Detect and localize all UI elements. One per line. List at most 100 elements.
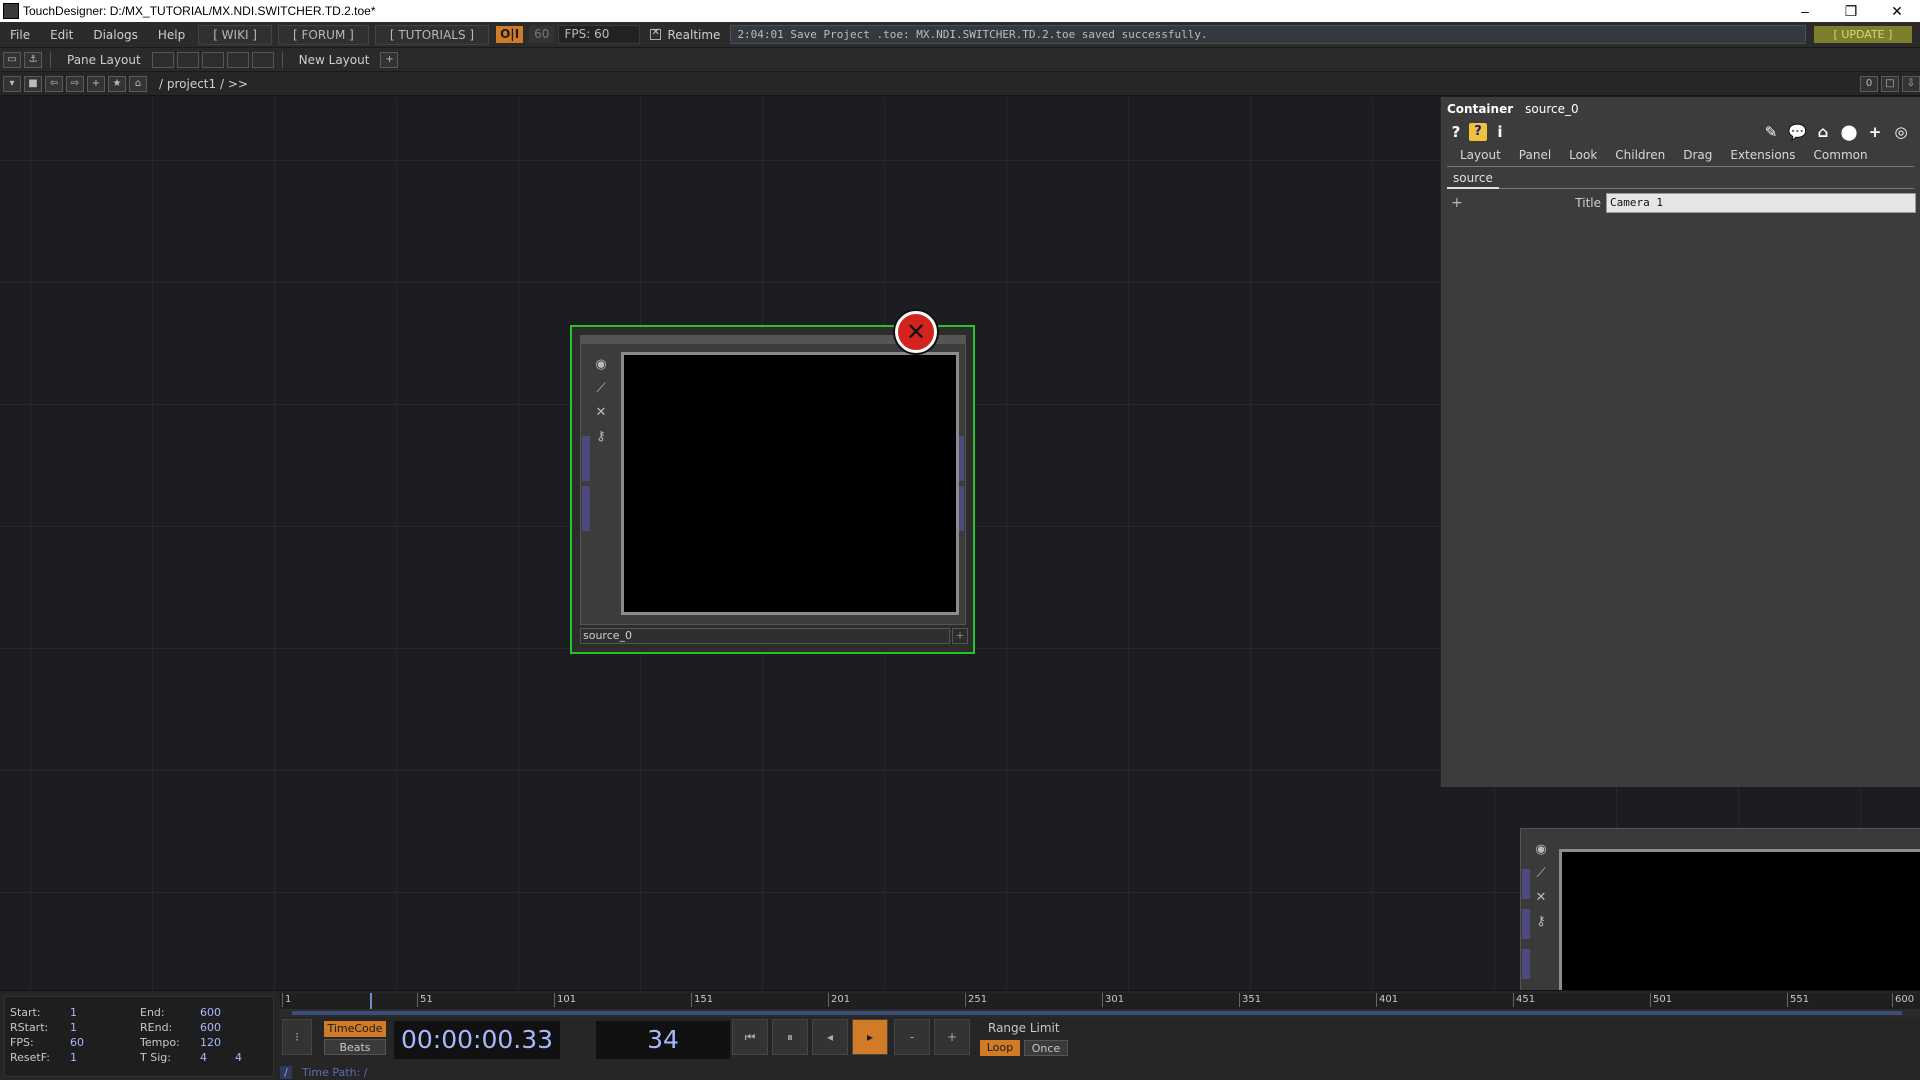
- tutorials-link[interactable]: [ TUTORIALS ]: [374, 24, 490, 45]
- menu-file[interactable]: File: [0, 28, 40, 42]
- tag-icon[interactable]: ⌂: [1814, 123, 1832, 141]
- bypass-icon[interactable]: ✕: [1533, 889, 1549, 907]
- node-input-connector[interactable]: [1522, 909, 1530, 939]
- info-icon[interactable]: i: [1491, 123, 1509, 141]
- minimize-button[interactable]: –: [1782, 0, 1828, 22]
- menu-edit[interactable]: Edit: [40, 28, 83, 42]
- node-input-connector[interactable]: [582, 436, 590, 481]
- pane-type-icon[interactable]: ▭: [3, 51, 21, 68]
- cooking-flag-icon[interactable]: ⟋: [1533, 865, 1549, 883]
- edit-pencil-icon[interactable]: ✎: [1762, 123, 1780, 141]
- step-minus-button[interactable]: -: [894, 1019, 930, 1055]
- error-close-icon[interactable]: ✕: [895, 311, 937, 353]
- tsig-denominator[interactable]: 4: [235, 1051, 242, 1064]
- menu-dialogs[interactable]: Dialogs: [83, 28, 147, 42]
- end-value[interactable]: 600: [200, 1006, 221, 1019]
- once-button[interactable]: Once: [1024, 1040, 1068, 1056]
- step-plus-button[interactable]: +: [934, 1019, 970, 1055]
- rstart-value[interactable]: 1: [70, 1021, 77, 1034]
- node-expand-button[interactable]: +: [952, 628, 968, 644]
- tab-common[interactable]: Common: [1805, 148, 1877, 162]
- stop-icon[interactable]: ■: [24, 75, 42, 92]
- pause-icon[interactable]: ⏸: [772, 1019, 808, 1055]
- tab-drag[interactable]: Drag: [1674, 148, 1721, 162]
- star-icon[interactable]: ★: [108, 75, 126, 92]
- comment-icon[interactable]: 💬: [1788, 123, 1807, 141]
- chevron-down-icon[interactable]: ▾: [3, 75, 21, 92]
- new-layout-button[interactable]: +: [380, 51, 399, 68]
- time-settings-panel[interactable]: Start: 1 End: 600 RStart: 1 REnd: 600 FP…: [4, 996, 274, 1077]
- play-icon[interactable]: ▸: [852, 1019, 888, 1055]
- add-parameter-icon[interactable]: +: [1451, 195, 1463, 211]
- node-viewer[interactable]: [621, 352, 959, 615]
- tab-look[interactable]: Look: [1560, 148, 1606, 162]
- layout-split-vertical-icon[interactable]: [176, 51, 199, 68]
- frame-display[interactable]: 34: [596, 1021, 730, 1059]
- rend-value[interactable]: 600: [200, 1021, 221, 1034]
- start-value[interactable]: 1: [70, 1006, 77, 1019]
- forum-link[interactable]: [ FORUM ]: [278, 24, 369, 45]
- maximize-pane-icon[interactable]: □: [1881, 75, 1899, 92]
- playhead[interactable]: [370, 993, 372, 1009]
- realtime-checkbox[interactable]: [650, 27, 662, 40]
- operator-name[interactable]: source_0: [1525, 102, 1578, 116]
- node-input-connector[interactable]: [1522, 869, 1530, 899]
- close-window-button[interactable]: ✕: [1874, 0, 1920, 22]
- viewer-active-icon[interactable]: ◉: [1533, 841, 1549, 859]
- container-node-source-0[interactable]: ◉ ⟋ ✕ ⚷ source_0 +: [570, 325, 975, 654]
- tab-extensions[interactable]: Extensions: [1721, 148, 1804, 162]
- node-viewer[interactable]: [1559, 849, 1920, 991]
- layout-four-pane-icon[interactable]: [251, 51, 274, 68]
- layout-split-horizontal-icon[interactable]: [201, 51, 224, 68]
- add-icon[interactable]: +: [87, 75, 105, 92]
- python-icon[interactable]: ⬤: [1840, 123, 1858, 141]
- step-back-icon[interactable]: ◂: [812, 1019, 848, 1055]
- tsig-numerator[interactable]: 4: [200, 1051, 207, 1064]
- target-icon[interactable]: ◎: [1892, 123, 1910, 141]
- tempo-value[interactable]: 120: [200, 1036, 221, 1049]
- lock-icon[interactable]: ⚷: [1533, 913, 1549, 931]
- perform-mode-toggle[interactable]: O|I: [496, 26, 524, 43]
- python-help-icon[interactable]: ?: [1469, 123, 1487, 141]
- node-input-connector[interactable]: [582, 486, 590, 531]
- bypass-icon[interactable]: ✕: [593, 404, 609, 422]
- tab-source[interactable]: source: [1447, 167, 1499, 189]
- rewind-icon[interactable]: ⏮: [732, 1019, 768, 1055]
- wiki-link[interactable]: [ WIKI ]: [198, 24, 272, 45]
- zero-button[interactable]: 0: [1860, 75, 1878, 92]
- home-icon[interactable]: ⌂: [129, 75, 147, 92]
- node-input-connector[interactable]: [1522, 949, 1530, 979]
- node-name[interactable]: source_0: [580, 628, 950, 644]
- back-arrow-icon[interactable]: ⇦: [45, 75, 63, 92]
- restore-button[interactable]: ❐: [1828, 0, 1874, 22]
- tab-children[interactable]: Children: [1606, 148, 1674, 162]
- lock-icon[interactable]: ⚷: [593, 428, 609, 446]
- beats-mode-button[interactable]: Beats: [324, 1039, 386, 1055]
- network-path[interactable]: / project1 / >>: [159, 77, 248, 91]
- viewer-active-icon[interactable]: ◉: [593, 356, 609, 374]
- timeline-options-icon[interactable]: ⁝: [282, 1019, 312, 1055]
- container-node-partial[interactable]: ◉ ⟋ ✕ ⚷: [1520, 828, 1920, 991]
- fps-value[interactable]: 60: [70, 1036, 84, 1049]
- update-button[interactable]: [ UPDATE ]: [1814, 26, 1912, 43]
- tab-panel[interactable]: Panel: [1510, 148, 1560, 162]
- timeline-ruler[interactable]: 1 51 101 151 201 251 301 351 401 451 501…: [280, 993, 1920, 1009]
- layout-single-icon[interactable]: [151, 51, 174, 68]
- menu-help[interactable]: Help: [148, 28, 195, 42]
- network-pane-icon[interactable]: ⚓: [24, 51, 42, 68]
- cooking-flag-icon[interactable]: ⟋: [593, 380, 609, 398]
- tab-layout[interactable]: Layout: [1451, 148, 1510, 162]
- help-icon[interactable]: ?: [1447, 123, 1465, 141]
- timecode-mode-button[interactable]: TimeCode: [324, 1021, 386, 1037]
- add-icon[interactable]: +: [1866, 123, 1884, 141]
- range-bar[interactable]: [280, 1009, 1920, 1017]
- timecode-display[interactable]: 00:00:00.33: [394, 1021, 560, 1059]
- resetf-value[interactable]: 1: [70, 1051, 77, 1064]
- pane-options-icon[interactable]: ⇩: [1902, 75, 1920, 92]
- forward-arrow-icon[interactable]: ⇨: [66, 75, 84, 92]
- time-path-root[interactable]: /: [280, 1065, 292, 1079]
- title-field[interactable]: Camera 1: [1606, 193, 1916, 213]
- loop-button[interactable]: Loop: [980, 1040, 1020, 1056]
- layout-three-pane-icon[interactable]: [226, 51, 249, 68]
- pane-layout-label: Pane Layout: [67, 52, 141, 67]
